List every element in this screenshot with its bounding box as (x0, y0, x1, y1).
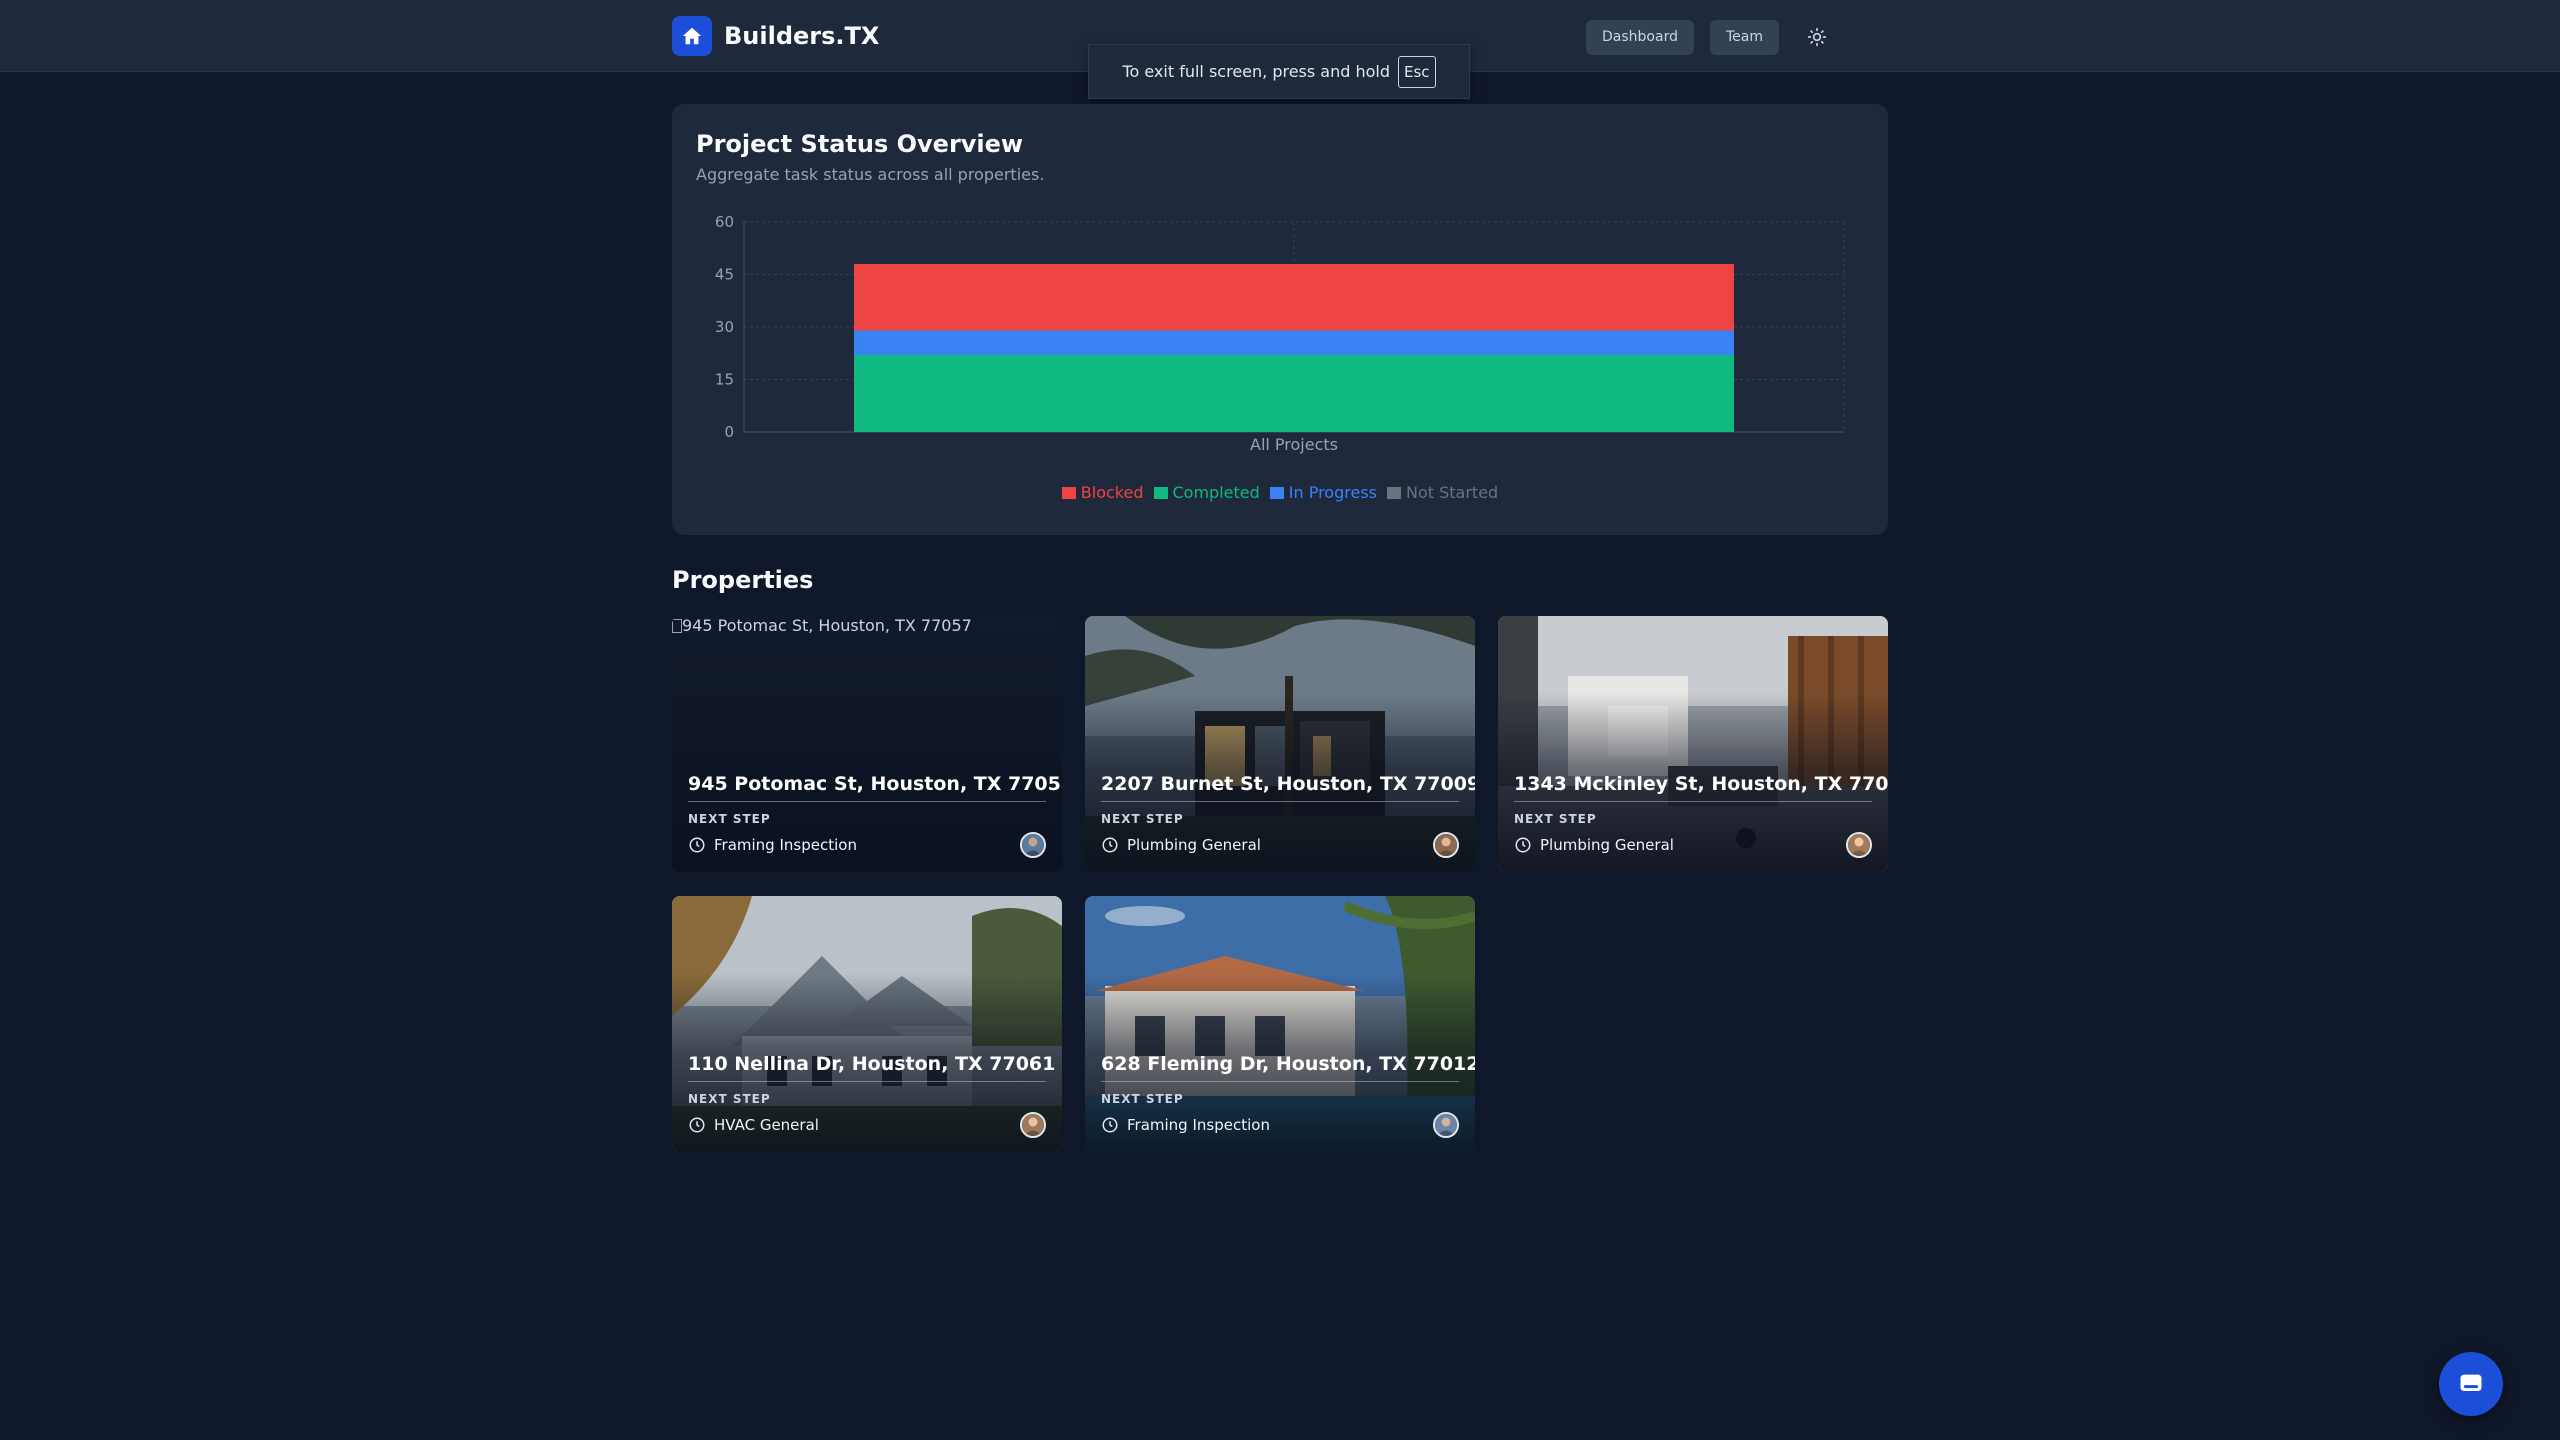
brand-name: Builders.TX (724, 22, 880, 50)
next-step-label: NEXT STEP (688, 1092, 771, 1106)
bar-blocked (854, 264, 1734, 331)
legend-label: In Progress (1288, 483, 1377, 502)
legend-label: Not Started (1406, 483, 1499, 502)
property-address: 945 Potomac St, Houston, TX 77057 (688, 773, 1062, 802)
clock-icon (1102, 1117, 1118, 1133)
broken-image-icon (672, 618, 682, 633)
y-tick-label: 30 (715, 318, 734, 336)
property-card[interactable]: 628 Fleming Dr, Houston, TX 77012 NEXT S… (1085, 896, 1475, 1152)
clock-icon (1102, 837, 1118, 853)
project-status-card: Project Status Overview Aggregate task s… (672, 104, 1888, 535)
property-address: 2207 Burnet St, Houston, TX 77009 (1101, 773, 1475, 802)
dashboard-button[interactable]: Dashboard (1586, 19, 1694, 55)
property-info: 110 Nellina Dr, Houston, TX 77061 NEXT S… (688, 1053, 1055, 1138)
property-address: 1343 Mckinley St, Houston, TX 77002 (1514, 773, 1888, 802)
next-step-row: Framing Inspection (688, 832, 1046, 858)
property-info: 2207 Burnet St, Houston, TX 77009 NEXT S… (1101, 773, 1475, 858)
legend-label: Completed (1172, 483, 1260, 502)
next-step-row: Framing Inspection (1101, 1112, 1459, 1138)
property-info: 1343 Mckinley St, Houston, TX 77002 NEXT… (1514, 773, 1888, 858)
fullscreen-notice: To exit full screen, press and hold Esc (1088, 44, 1470, 99)
y-tick-label: 0 (724, 423, 734, 441)
broken-image-alt: 945 Potomac St, Houston, TX 77057 (672, 616, 972, 635)
property-info: 628 Fleming Dr, Houston, TX 77012 NEXT S… (1101, 1053, 1475, 1138)
property-card[interactable]: 110 Nellina Dr, Houston, TX 77061 NEXT S… (672, 896, 1062, 1152)
next-step-text: HVAC General (714, 1116, 819, 1134)
x-tick-label: All Projects (1250, 435, 1338, 454)
next-step-text: Plumbing General (1540, 836, 1674, 854)
assignee-avatar[interactable] (1020, 832, 1046, 858)
legend-item[interactable]: Not Started (1387, 483, 1498, 502)
assignee-avatar[interactable] (1846, 832, 1872, 858)
next-step-label: NEXT STEP (1101, 1092, 1184, 1106)
brand[interactable]: Builders.TX (672, 16, 879, 56)
next-step-row: Plumbing General (1514, 832, 1872, 858)
property-address: 110 Nellina Dr, Houston, TX 77061 (688, 1053, 1055, 1082)
legend-swatch (1061, 486, 1076, 499)
clock-icon (689, 837, 705, 853)
legend-item[interactable]: Blocked (1061, 483, 1144, 502)
clock-icon (1515, 837, 1531, 853)
property-address: 628 Fleming Dr, Houston, TX 77012 (1101, 1053, 1475, 1082)
status-chart: 0 15 30 45 60 All Projects (715, 213, 1845, 454)
top-nav: Dashboard Team (1586, 19, 1835, 55)
team-button[interactable]: Team (1709, 19, 1779, 55)
next-step-label: NEXT STEP (688, 812, 771, 826)
home-icon (672, 16, 712, 56)
property-card[interactable]: 1343 Mckinley St, Houston, TX 77002 NEXT… (1498, 616, 1888, 872)
next-step-row: Plumbing General (1101, 832, 1459, 858)
assignee-avatar[interactable] (1433, 832, 1459, 858)
property-card[interactable]: 2207 Burnet St, Houston, TX 77009 NEXT S… (1085, 616, 1475, 872)
legend-item[interactable]: Completed (1153, 483, 1260, 502)
legend-swatch (1153, 486, 1168, 499)
legend-swatch (1269, 486, 1284, 499)
assignee-avatar[interactable] (1433, 1112, 1459, 1138)
assignee-avatar[interactable] (1020, 1112, 1046, 1138)
fullscreen-notice-text: To exit full screen, press and hold (1122, 62, 1391, 81)
property-info: 945 Potomac St, Houston, TX 77057 NEXT S… (688, 773, 1062, 858)
chart-legend: Blocked Completed In Progress Not Started (672, 483, 1888, 502)
y-tick-label: 60 (715, 213, 734, 231)
legend-label: Blocked (1080, 483, 1144, 502)
next-step-text: Framing Inspection (1127, 1116, 1270, 1134)
properties-title: Properties (672, 566, 814, 594)
property-card[interactable]: 945 Potomac St, Houston, TX 77057 945 Po… (672, 616, 1062, 872)
bar-in-progress (854, 330, 1734, 355)
legend-swatch (1387, 486, 1401, 499)
esc-key-hint: Esc (1398, 55, 1436, 88)
next-step-text: Plumbing General (1127, 836, 1261, 854)
next-step-label: NEXT STEP (1101, 812, 1184, 826)
next-step-row: HVAC General (688, 1112, 1046, 1138)
y-tick-label: 15 (715, 371, 734, 389)
y-tick-label: 45 (715, 266, 734, 284)
next-step-text: Framing Inspection (714, 836, 857, 854)
legend-item[interactable]: In Progress (1269, 483, 1377, 502)
chat-icon (2460, 1374, 2482, 1391)
sun-icon[interactable] (1799, 19, 1835, 55)
clock-icon (689, 1117, 705, 1133)
chat-button[interactable] (2439, 1352, 2503, 1416)
next-step-label: NEXT STEP (1514, 812, 1597, 826)
bar-completed (854, 355, 1734, 432)
